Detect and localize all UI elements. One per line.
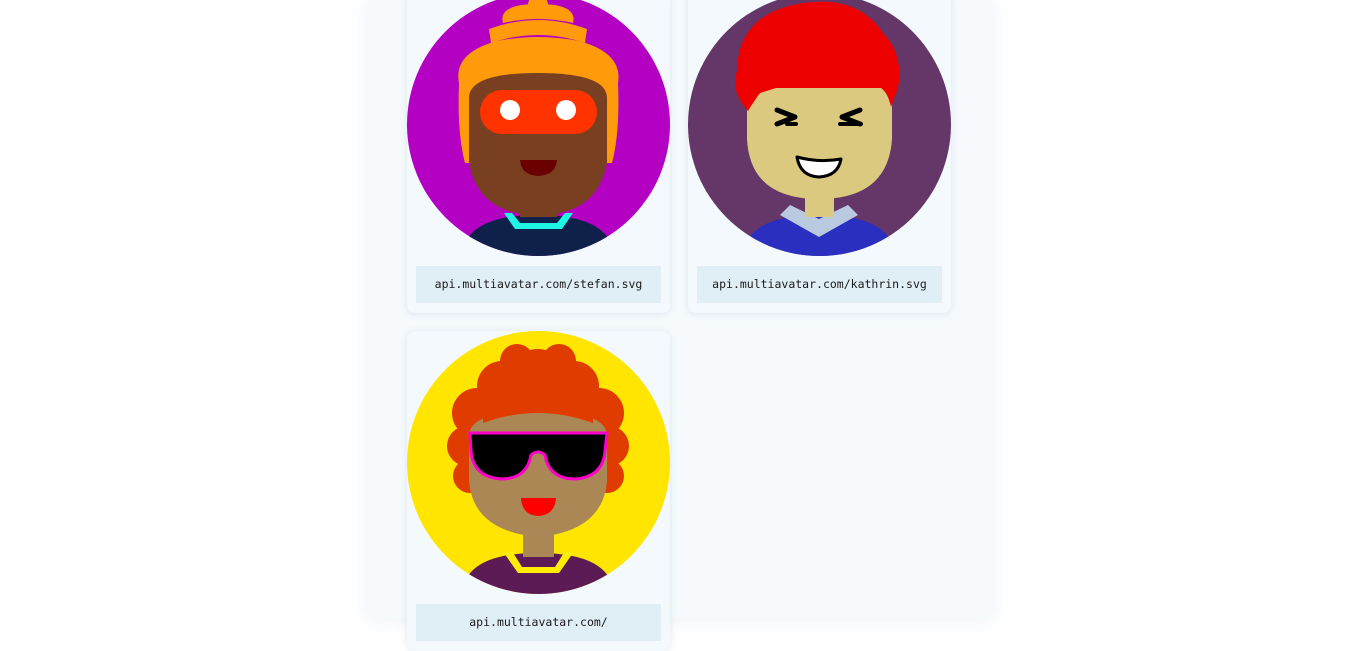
avatar-card-third: api.multiavatar.com/ (407, 331, 670, 651)
avatar-card-kathrin: api.multiavatar.com/kathrin.svg (688, 0, 951, 313)
avatar-kathrin-icon (688, 0, 951, 256)
avatar-card-stefan: api.multiavatar.com/stefan.svg (407, 0, 670, 313)
avatar-image-third[interactable] (407, 331, 670, 594)
avatar-image-kathrin[interactable] (688, 0, 951, 256)
avatar-url-stefan[interactable]: api.multiavatar.com/stefan.svg (416, 266, 661, 303)
avatar-third-icon (407, 331, 670, 594)
avatar-image-stefan[interactable] (407, 0, 670, 256)
avatar-gallery-panel: api.multiavatar.com/stefan.svg api.multi… (368, 0, 992, 651)
avatar-stefan-icon (407, 0, 670, 256)
avatar-url-kathrin[interactable]: api.multiavatar.com/kathrin.svg (697, 266, 942, 303)
avatar-url-third[interactable]: api.multiavatar.com/ (416, 604, 661, 641)
